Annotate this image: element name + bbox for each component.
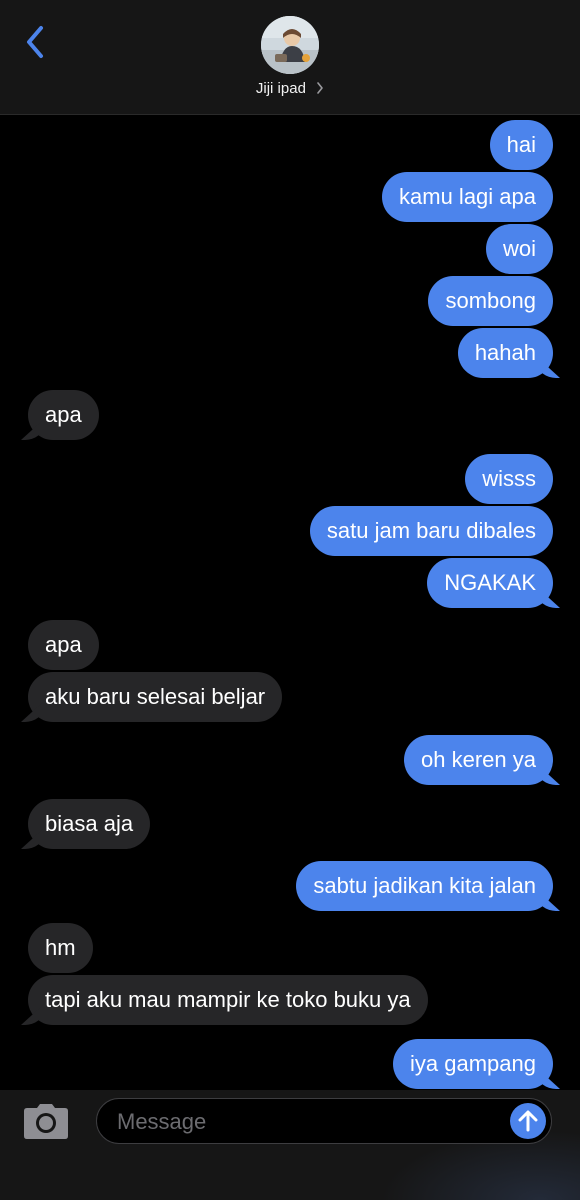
composer-bar <box>0 1090 580 1200</box>
message-bubble-outgoing[interactable]: sombong <box>428 276 553 326</box>
conversation-header: Jiji ipad <box>0 0 580 115</box>
message-text: tapi aku mau mampir ke toko buku ya <box>45 987 411 1012</box>
message-input[interactable] <box>115 1099 499 1144</box>
message-bubble-outgoing[interactable]: woi <box>485 224 553 274</box>
message-text: aku baru selesai beljar <box>45 684 266 709</box>
message-bubble-outgoing[interactable]: oh keren ya <box>404 735 553 785</box>
avatar-photo <box>261 16 319 74</box>
message-text: apa <box>45 402 82 427</box>
message-bubble-incoming[interactable]: tapi aku mau mampir ke toko buku ya <box>28 975 428 1025</box>
message-bubble-incoming[interactable]: biasa aja <box>28 799 151 849</box>
message-bubble-outgoing[interactable]: hai <box>489 120 553 170</box>
contact-name-button[interactable]: Jiji ipad <box>0 80 580 98</box>
message-text: NGAKAK <box>444 570 536 595</box>
message-bubble-outgoing[interactable]: sabtu jadikan kita jalan <box>296 861 553 911</box>
message-text: hai <box>506 132 536 157</box>
message-bubble-outgoing[interactable]: NGAKAK <box>427 558 553 608</box>
message-text: sombong <box>445 288 536 313</box>
message-text: wisss <box>482 466 536 491</box>
message-bubble-incoming[interactable]: hm <box>28 923 93 973</box>
camera-button[interactable] <box>23 1104 69 1140</box>
chevron-right-icon <box>316 81 324 98</box>
back-button[interactable] <box>18 22 52 62</box>
message-text: hahah <box>474 340 536 365</box>
message-bubble-outgoing[interactable]: iya gampang <box>393 1039 553 1089</box>
message-bubble-incoming[interactable]: aku baru selesai beljar <box>28 672 283 722</box>
message-text: satu jam baru dibales <box>326 518 536 543</box>
message-bubble-outgoing[interactable]: wisss <box>465 454 553 504</box>
message-input-field[interactable] <box>96 1098 552 1144</box>
message-bubble-incoming[interactable]: apa <box>28 620 99 670</box>
arrow-up-icon <box>518 1110 538 1132</box>
contact-avatar[interactable] <box>261 16 319 74</box>
message-text: woi <box>502 236 536 261</box>
camera-icon <box>24 1104 68 1139</box>
message-text: oh keren ya <box>421 747 536 772</box>
message-bubble-incoming[interactable]: apa <box>28 390 99 440</box>
message-text: kamu lagi apa <box>399 184 536 209</box>
message-bubble-outgoing[interactable]: satu jam baru dibales <box>309 506 553 556</box>
message-text: sabtu jadikan kita jalan <box>313 873 536 898</box>
message-text: hm <box>45 935 76 960</box>
message-bubble-outgoing[interactable]: hahah <box>457 328 553 378</box>
chevron-left-icon <box>27 26 43 58</box>
send-button[interactable] <box>510 1103 546 1139</box>
contact-name: Jiji ipad <box>255 80 306 97</box>
message-text: apa <box>45 632 82 657</box>
message-bubble-outgoing[interactable]: kamu lagi apa <box>382 172 553 222</box>
message-text: iya gampang <box>410 1051 536 1076</box>
message-thread[interactable]: hai kamu lagi apa woi sombong hahah apa … <box>0 114 580 1090</box>
message-text: biasa aja <box>45 811 134 836</box>
messages-screen: Jiji ipad hai kamu lagi apa woi sombong … <box>0 0 580 1200</box>
